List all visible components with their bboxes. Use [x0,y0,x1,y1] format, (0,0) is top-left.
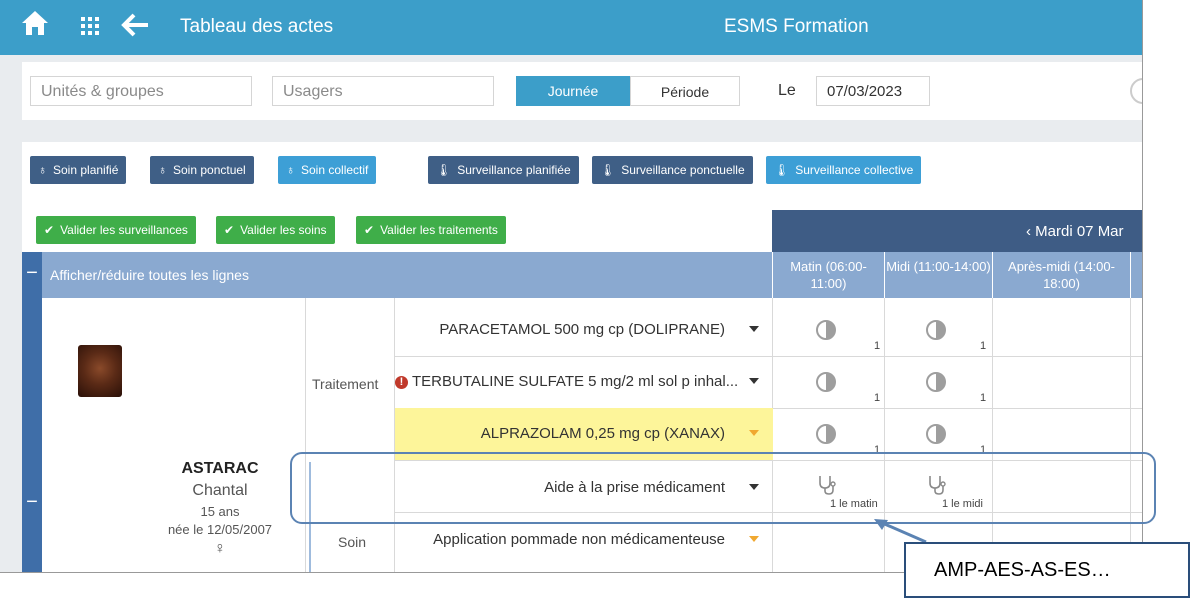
chevron-down-icon[interactable] [749,430,759,436]
cell-count: 1 [980,340,987,352]
soin-collectif-label: Soin collectif [301,163,369,177]
back-arrow-icon[interactable] [120,8,150,49]
soin-label: Application pommade non médicamenteuse [433,531,725,548]
stethoscope-icon: ♁ [38,163,47,177]
annotation-highlight [290,452,1156,524]
day-label: ‹ Mardi 07 Mar [1026,223,1124,240]
check-icon: ✔ [224,223,235,237]
grid-icon[interactable] [80,8,100,45]
filter-bar: Unités & groupes Usagers Journée Période… [22,62,1142,120]
collapse-icon[interactable]: − [22,252,42,298]
half-done-icon[interactable] [816,424,836,444]
patient-last-name: ASTARAC [181,460,259,477]
female-icon: ♀ [214,540,226,557]
category-soin: Soin [338,534,367,550]
date-label: Le [778,82,796,99]
med-row-terbutaline[interactable]: ! TERBUTALINE SULFATE 5 mg/2 ml sol p inh… [395,356,773,408]
soin-planifie-button[interactable]: ♁ Soin planifié [30,156,127,184]
surveillance-ponctuelle-button[interactable]: 🌡 Surveillance ponctuelle [592,156,753,184]
surveillance-planifiee-label: Surveillance planifiée [457,163,571,177]
valider-surveillances-button[interactable]: ✔ Valider les surveillances [36,216,196,244]
top-bar: Tableau des actes ESMS Formation [0,0,1142,55]
valider-traitements-button[interactable]: ✔ Valider les traitements [356,216,506,244]
patient-birth: née le 12/05/2007 [167,522,273,537]
divider [992,298,993,572]
half-done-icon[interactable] [926,424,946,444]
med-row-paracetamol[interactable]: PARACETAMOL 500 mg cp (DOLIPRANE) [395,304,773,356]
col-header-matin: Matin (06:00-11:00) [772,252,884,298]
patient-collapse-bar[interactable]: − [22,298,42,572]
med-label: ALPRAZOLAM 0,25 mg cp (XANAX) [480,425,725,442]
collapse-icon[interactable]: − [22,491,42,514]
valider-surveillances-label: Valider les surveillances [60,223,188,237]
page-title: Tableau des actes [180,16,334,37]
divider [305,298,306,572]
valider-soins-button[interactable]: ✔ Valider les soins [216,216,335,244]
warning-icon: ! [395,376,408,389]
cell-count: 1 [980,392,987,404]
check-icon: ✔ [364,223,375,237]
chevron-down-icon[interactable] [749,378,759,384]
half-done-icon[interactable] [816,372,836,392]
soin-planifie-label: Soin planifié [53,163,119,177]
soin-collectif-button[interactable]: ♁ Soin collectif [278,156,377,184]
half-done-icon[interactable] [816,320,836,340]
tab-periode[interactable]: Période [630,76,740,106]
soin-ponctuel-label: Soin ponctuel [173,163,246,177]
chevron-down-icon[interactable] [749,536,759,542]
patient-age: 15 ans [200,504,240,519]
stethoscope-icon: ♁ [286,163,295,177]
stethoscope-icon: ♁ [158,163,167,177]
tab-journee[interactable]: Journée [516,76,630,106]
surveillance-collective-label: Surveillance collective [795,163,914,177]
chevron-down-icon[interactable] [749,326,759,332]
cell-count: 1 [874,392,881,404]
expand-all-label: Afficher/réduire toutes les lignes [50,267,249,283]
patient-first-name: Chantal [192,482,248,499]
category-traitement: Traitement [312,376,379,392]
divider [1130,298,1131,572]
col-header-more [1130,252,1142,298]
surveillance-ponctuelle-label: Surveillance ponctuelle [621,163,745,177]
valider-traitements-label: Valider les traitements [380,223,498,237]
cell-count: 1 [874,340,881,352]
date-input[interactable]: 07/03/2023 [816,76,930,106]
thermometer-icon: 🌡 [774,163,790,177]
half-done-icon[interactable] [926,372,946,392]
thermometer-icon: 🌡 [436,163,452,177]
col-header-apres-midi: Après-midi (14:00-18:00) [992,252,1130,298]
med-label: PARACETAMOL 500 mg cp (DOLIPRANE) [439,321,725,338]
expand-all-bar[interactable]: − Afficher/réduire toutes les lignes [22,252,772,298]
users-input[interactable]: Usagers [272,76,494,106]
valider-soins-label: Valider les soins [240,223,327,237]
annotation-callout: AMP-AES-AS-ES… [904,542,1190,598]
col-header-midi: Midi (11:00-14:00) [884,252,992,298]
soin-ponctuel-button[interactable]: ♁ Soin ponctuel [150,156,254,184]
surveillance-planifiee-button[interactable]: 🌡 Surveillance planifiée [428,156,579,184]
thermometer-icon: 🌡 [600,163,616,177]
home-icon[interactable] [20,8,50,47]
units-input[interactable]: Unités & groupes [30,76,252,106]
med-label: TERBUTALINE SULFATE 5 mg/2 ml sol p inha… [412,373,739,390]
patient-avatar [78,345,122,397]
half-done-icon[interactable] [926,320,946,340]
day-navigator[interactable]: ‹ Mardi 07 Mar [772,210,1142,252]
check-icon: ✔ [44,223,55,237]
search-icon[interactable] [1130,78,1142,104]
establishment-title: ESMS Formation [724,16,869,37]
surveillance-collective-button[interactable]: 🌡 Surveillance collective [766,156,922,184]
